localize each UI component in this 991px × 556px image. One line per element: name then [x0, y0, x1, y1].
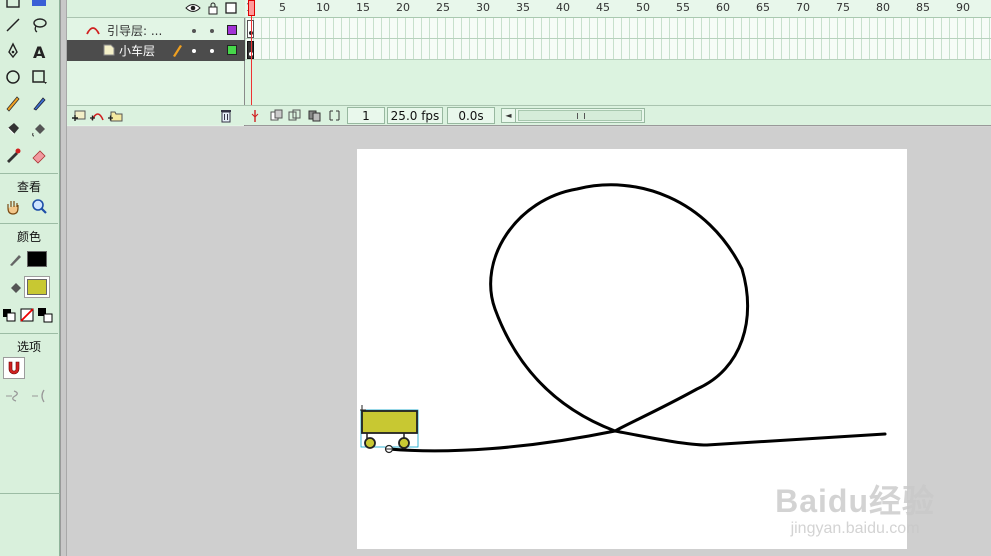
layer-lock-dot[interactable] [210, 49, 214, 53]
onion-skin-outlines-icon[interactable] [287, 108, 302, 123]
insert-layer-icon[interactable] [71, 109, 87, 123]
stage-canvas[interactable] [357, 149, 907, 549]
ruler-tick: 40 [556, 1, 570, 14]
stage-area: Baidu经验 jingyan.baidu.com [67, 127, 991, 556]
view-section-label: 查看 [0, 173, 58, 195]
layer-header [67, 0, 245, 18]
timeline-horizontal-scrollbar[interactable]: ◄ [501, 108, 645, 123]
stroke-color-pencil-icon [4, 248, 26, 270]
frame-grid[interactable] [245, 18, 991, 60]
brush-tool-icon[interactable] [28, 92, 50, 114]
motion-guide-path [387, 183, 887, 453]
playhead[interactable] [248, 0, 255, 106]
fill-color-bucket-icon [4, 277, 26, 299]
flash-workspace: A 查看 颜色 选项 引导层: ... 小车层 5 10 15 20 25 30… [0, 0, 991, 556]
layer-name-cart: 小车层 [119, 44, 156, 58]
no-color-icon[interactable] [18, 304, 36, 326]
frame-rate-field[interactable]: 25.0 fps [387, 107, 443, 124]
swap-colors-icon[interactable] [36, 304, 54, 326]
ruler-tick: 55 [676, 1, 690, 14]
fill-color-swatch[interactable] [24, 276, 50, 298]
elapsed-time-field: 0.0s [447, 107, 495, 124]
gradient-transform-icon[interactable] [28, 0, 50, 12]
stage-drawing [360, 183, 887, 454]
ruler-tick: 15 [356, 1, 370, 14]
stroke-color-swatch[interactable] [26, 248, 48, 270]
layer-visibility-dot[interactable] [192, 49, 196, 53]
timeline-status-bar: 1 25.0 fps 0.0s ◄ [245, 105, 991, 125]
lasso-tool-icon[interactable] [28, 14, 50, 36]
color-section-label: 颜色 [0, 223, 58, 245]
layer-color-swatch[interactable] [227, 45, 237, 55]
ruler-tick: 65 [756, 1, 770, 14]
ruler-tick: 75 [836, 1, 850, 14]
smooth-option-icon[interactable] [2, 384, 24, 406]
tools-panel: A 查看 颜色 选项 [0, 0, 60, 556]
scroll-left-arrow-icon[interactable]: ◄ [502, 109, 516, 122]
modify-onion-markers-icon[interactable] [327, 108, 342, 123]
free-transform-icon[interactable] [2, 0, 24, 12]
ruler-tick: 10 [316, 1, 330, 14]
layer-row-cart[interactable]: 小车层 [67, 40, 245, 61]
ruler-tick: 20 [396, 1, 410, 14]
paint-bucket-icon[interactable] [28, 118, 50, 140]
ruler-tick: 70 [796, 1, 810, 14]
timeline-panel: 引导层: ... 小车层 1 [67, 0, 991, 126]
line-tool-icon[interactable] [2, 14, 24, 36]
layer-row-guide[interactable]: 引导层: ... [67, 20, 245, 41]
current-frame-field[interactable]: 1 [347, 107, 385, 124]
default-colors-icon[interactable] [0, 304, 18, 326]
insert-folder-icon[interactable] [107, 109, 123, 123]
cart-symbol [360, 405, 419, 454]
ruler-tick: 50 [636, 1, 650, 14]
tools-bottom-divider [0, 493, 60, 494]
ruler-tick: 35 [516, 1, 530, 14]
eye-icon[interactable] [185, 2, 201, 14]
eraser-tool-icon[interactable] [28, 144, 50, 166]
edit-pencil-icon [173, 45, 182, 57]
eyedropper-icon[interactable] [2, 144, 24, 166]
layer-page-icon [103, 44, 115, 56]
pencil-tool-icon[interactable] [2, 92, 24, 114]
center-frame-icon[interactable] [250, 109, 260, 123]
layer-name-guide: 引导层: ... [107, 24, 163, 38]
motion-guide-icon [86, 27, 100, 35]
delete-layer-icon[interactable] [219, 108, 233, 123]
ruler-tick: 85 [916, 1, 930, 14]
layer-lock-dot[interactable] [210, 29, 214, 33]
ruler-tick: 25 [436, 1, 450, 14]
ruler-tick: 80 [876, 1, 890, 14]
layer-color-swatch[interactable] [227, 25, 237, 35]
layer-visibility-dot[interactable] [192, 29, 196, 33]
frame-empty-area [245, 60, 991, 104]
rectangle-tool-icon[interactable] [28, 66, 50, 88]
oval-tool-icon[interactable] [2, 66, 24, 88]
panel-splitter[interactable] [60, 0, 67, 556]
text-tool-icon[interactable]: A [28, 40, 50, 62]
ruler-tick: 60 [716, 1, 730, 14]
hand-tool-icon[interactable] [2, 196, 24, 218]
layer-buttons-bar [67, 105, 245, 125]
frame-row-guide[interactable] [245, 18, 991, 39]
add-motion-guide-icon[interactable] [89, 109, 105, 123]
svg-text:A: A [33, 43, 46, 60]
layer-list: 引导层: ... 小车层 [67, 0, 245, 126]
ruler-tick: 45 [596, 1, 610, 14]
lock-icon[interactable] [207, 1, 219, 15]
frame-ruler[interactable]: 1 5 10 15 20 25 30 35 40 45 50 55 60 65 … [245, 0, 991, 18]
ruler-tick: 90 [956, 1, 970, 14]
edit-multiple-frames-icon[interactable] [307, 108, 322, 123]
pen-tool-icon[interactable] [2, 40, 24, 62]
scrollbar-thumb[interactable] [518, 110, 642, 121]
ruler-tick: 30 [476, 1, 490, 14]
outline-icon[interactable] [225, 2, 237, 14]
ink-bottle-icon[interactable] [2, 118, 24, 140]
zoom-tool-icon[interactable] [28, 196, 50, 218]
frame-row-cart[interactable] [245, 39, 991, 60]
snap-magnet-icon[interactable] [3, 357, 25, 379]
ruler-tick: 5 [279, 1, 286, 14]
straighten-option-icon[interactable] [28, 384, 50, 406]
onion-skin-icon[interactable] [269, 108, 284, 123]
options-section-label: 选项 [0, 333, 58, 355]
